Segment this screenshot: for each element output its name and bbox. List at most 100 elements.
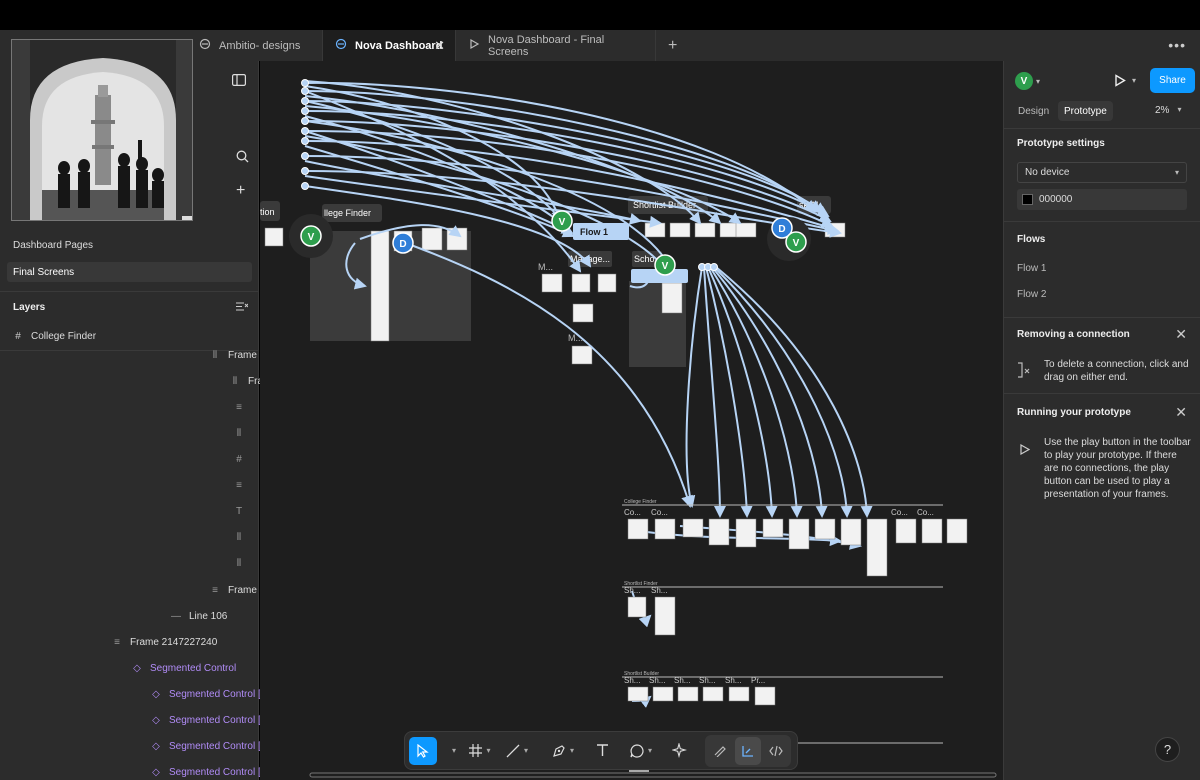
tab-prototype[interactable]: Prototype bbox=[1058, 101, 1113, 121]
frame-icon: ⫴ bbox=[212, 350, 218, 361]
color-swatch[interactable] bbox=[1022, 194, 1033, 205]
text-tool[interactable] bbox=[587, 737, 617, 765]
device-select[interactable]: No device ▾ bbox=[1017, 162, 1187, 183]
present-play-icon[interactable]: ▾ bbox=[1114, 74, 1136, 87]
divider bbox=[1004, 128, 1200, 129]
layer-item[interactable]: — Line 106 bbox=[171, 611, 227, 622]
mini-frame-label: Sh... bbox=[649, 676, 665, 685]
mini-frame-label: Sh... bbox=[725, 676, 741, 685]
avatar-v: V bbox=[559, 217, 566, 228]
add-page-icon[interactable]: + bbox=[236, 182, 245, 200]
removing-connection-text: To delete a connection, click and drag o… bbox=[1044, 359, 1189, 383]
background-color-field[interactable]: 000000 bbox=[1017, 189, 1187, 210]
mini-frame-label: Sh... bbox=[699, 676, 715, 685]
component-icon: ◇ bbox=[152, 741, 160, 752]
ai-tool[interactable] bbox=[665, 737, 693, 765]
layer-label: Line 106 bbox=[189, 611, 228, 622]
avatar-d: D bbox=[778, 224, 785, 235]
label-flow-1: Flow 1 bbox=[580, 227, 608, 237]
flow-item[interactable]: Flow 2 bbox=[1017, 289, 1046, 300]
layers-title: Layers bbox=[13, 302, 46, 313]
frame-icon: ⫴ bbox=[236, 532, 242, 543]
device-select-value: No device bbox=[1025, 167, 1070, 178]
more-icon[interactable]: ••• bbox=[1168, 37, 1186, 53]
figma-file-icon bbox=[335, 38, 347, 53]
layer-item[interactable]: # bbox=[234, 454, 244, 465]
layer-root[interactable]: # College Finder bbox=[13, 331, 96, 342]
close-icon[interactable]: ✕ bbox=[1175, 326, 1187, 343]
layer-item[interactable]: ⫴ bbox=[234, 428, 244, 439]
remove-connection-icon bbox=[1017, 361, 1033, 382]
component-icon: ◇ bbox=[133, 663, 141, 674]
right-panel: V ▾ ▾ Share Design Prototype 2% ▾ Protot… bbox=[1003, 61, 1200, 780]
mini-frame-label: Sh... bbox=[624, 586, 640, 595]
frame-tool[interactable]: ▾ bbox=[467, 737, 493, 765]
layer-label: Segmented Control bbox=[150, 663, 237, 674]
canvas[interactable]: tion llege Finder Shortlist Builder sk A… bbox=[260, 61, 1003, 780]
grid-icon: # bbox=[236, 454, 242, 465]
chevron-down-icon[interactable]: ▾ bbox=[439, 737, 465, 765]
mini-frame-label: Sh... bbox=[624, 676, 640, 685]
comment-tool[interactable]: ▾ bbox=[619, 737, 663, 765]
play-icon bbox=[1020, 443, 1031, 458]
tab-nova-dashboard[interactable]: Nova Dashboard ✕ bbox=[323, 30, 456, 61]
layer-label: Segmented Control [ bbox=[169, 715, 261, 726]
chevron-down-icon: ▾ bbox=[1132, 76, 1137, 85]
figma-file-icon bbox=[199, 38, 211, 53]
tab-nova-dashboard-final-screens[interactable]: Nova Dashboard - Final Screens bbox=[456, 30, 656, 61]
page-item-dashboard-pages[interactable]: Dashboard Pages bbox=[7, 235, 252, 255]
tab-design[interactable]: Design bbox=[1012, 101, 1055, 121]
page-label: Dashboard Pages bbox=[13, 239, 94, 251]
avatar-v: V bbox=[793, 238, 800, 249]
section-college-finder-row: College Finder Co... Co... Co... Co... S… bbox=[622, 499, 968, 744]
layer-item-component[interactable]: ◇ Segmented Control bbox=[132, 663, 236, 674]
layer-item[interactable]: T bbox=[234, 506, 244, 517]
layer-label: Frame bbox=[228, 350, 257, 361]
user-menu[interactable]: V ▾ bbox=[1015, 72, 1040, 90]
layer-item[interactable]: ⫴ bbox=[234, 558, 244, 569]
mini-frame-label: Sh... bbox=[651, 586, 667, 595]
layer-item[interactable]: ≡ Frame bbox=[210, 585, 257, 596]
close-icon[interactable]: ✕ bbox=[1175, 404, 1187, 421]
layer-item[interactable]: ⫴ Fra bbox=[230, 376, 263, 387]
layer-item[interactable]: ⫴ bbox=[234, 532, 244, 543]
layer-item[interactable]: ≡ Frame 2147227240 bbox=[112, 637, 217, 648]
pen-tool[interactable]: ▾ bbox=[541, 737, 585, 765]
zoom-control[interactable]: 2% ▾ bbox=[1155, 105, 1181, 116]
new-tab-icon[interactable]: + bbox=[656, 30, 689, 61]
layer-item-component[interactable]: ◇ Segmented Control [ bbox=[151, 715, 261, 726]
mini-frame-label: Co... bbox=[891, 508, 908, 517]
tab-label: Nova Dashboard - Final Screens bbox=[488, 33, 605, 58]
label-college-finder: llege Finder bbox=[324, 208, 371, 218]
flows-title: Flows bbox=[1017, 234, 1046, 245]
layer-item-component[interactable]: ◇ Segmented Control [ bbox=[151, 741, 261, 752]
sidebar-toggle-icon[interactable] bbox=[232, 74, 247, 89]
chevron-down-icon: ▾ bbox=[1177, 105, 1182, 114]
layer-item[interactable]: ⫴ Frame bbox=[210, 350, 257, 361]
frame-icon: ⫴ bbox=[236, 428, 242, 439]
search-icon[interactable] bbox=[236, 150, 249, 166]
tab-ambitio-designs[interactable]: Ambitio- designs bbox=[187, 30, 323, 61]
draw-mode-icon[interactable] bbox=[707, 737, 733, 765]
help-button[interactable]: ? bbox=[1155, 737, 1180, 762]
prototype-connections bbox=[304, 80, 873, 708]
move-tool[interactable] bbox=[409, 736, 437, 765]
layer-item[interactable]: ≡ bbox=[234, 402, 244, 413]
close-icon[interactable]: ✕ bbox=[434, 38, 445, 54]
layer-item-component[interactable]: ◇ Segmented Control [ bbox=[151, 767, 261, 778]
layer-item[interactable]: ≡ bbox=[234, 480, 244, 491]
line-tool[interactable]: ▾ bbox=[495, 737, 539, 765]
avatar-v: V bbox=[662, 261, 669, 272]
chevron-down-icon: ▾ bbox=[1174, 168, 1179, 177]
dev-mode-icon[interactable] bbox=[763, 737, 789, 765]
page-item-final-screens[interactable]: Final Screens bbox=[7, 262, 252, 282]
share-button[interactable]: Share bbox=[1150, 68, 1195, 93]
design-mode-icon[interactable] bbox=[735, 736, 761, 765]
mini-frame-label: Co... bbox=[917, 508, 934, 517]
auto-layout-icon: ≡ bbox=[114, 637, 120, 648]
play-icon bbox=[468, 38, 480, 53]
flow-item[interactable]: Flow 1 bbox=[1017, 263, 1046, 274]
collapse-layers-icon[interactable] bbox=[236, 301, 249, 315]
mini-frame-label: Sh... bbox=[674, 676, 690, 685]
layer-item-component[interactable]: ◇ Segmented Control [ bbox=[151, 689, 261, 700]
